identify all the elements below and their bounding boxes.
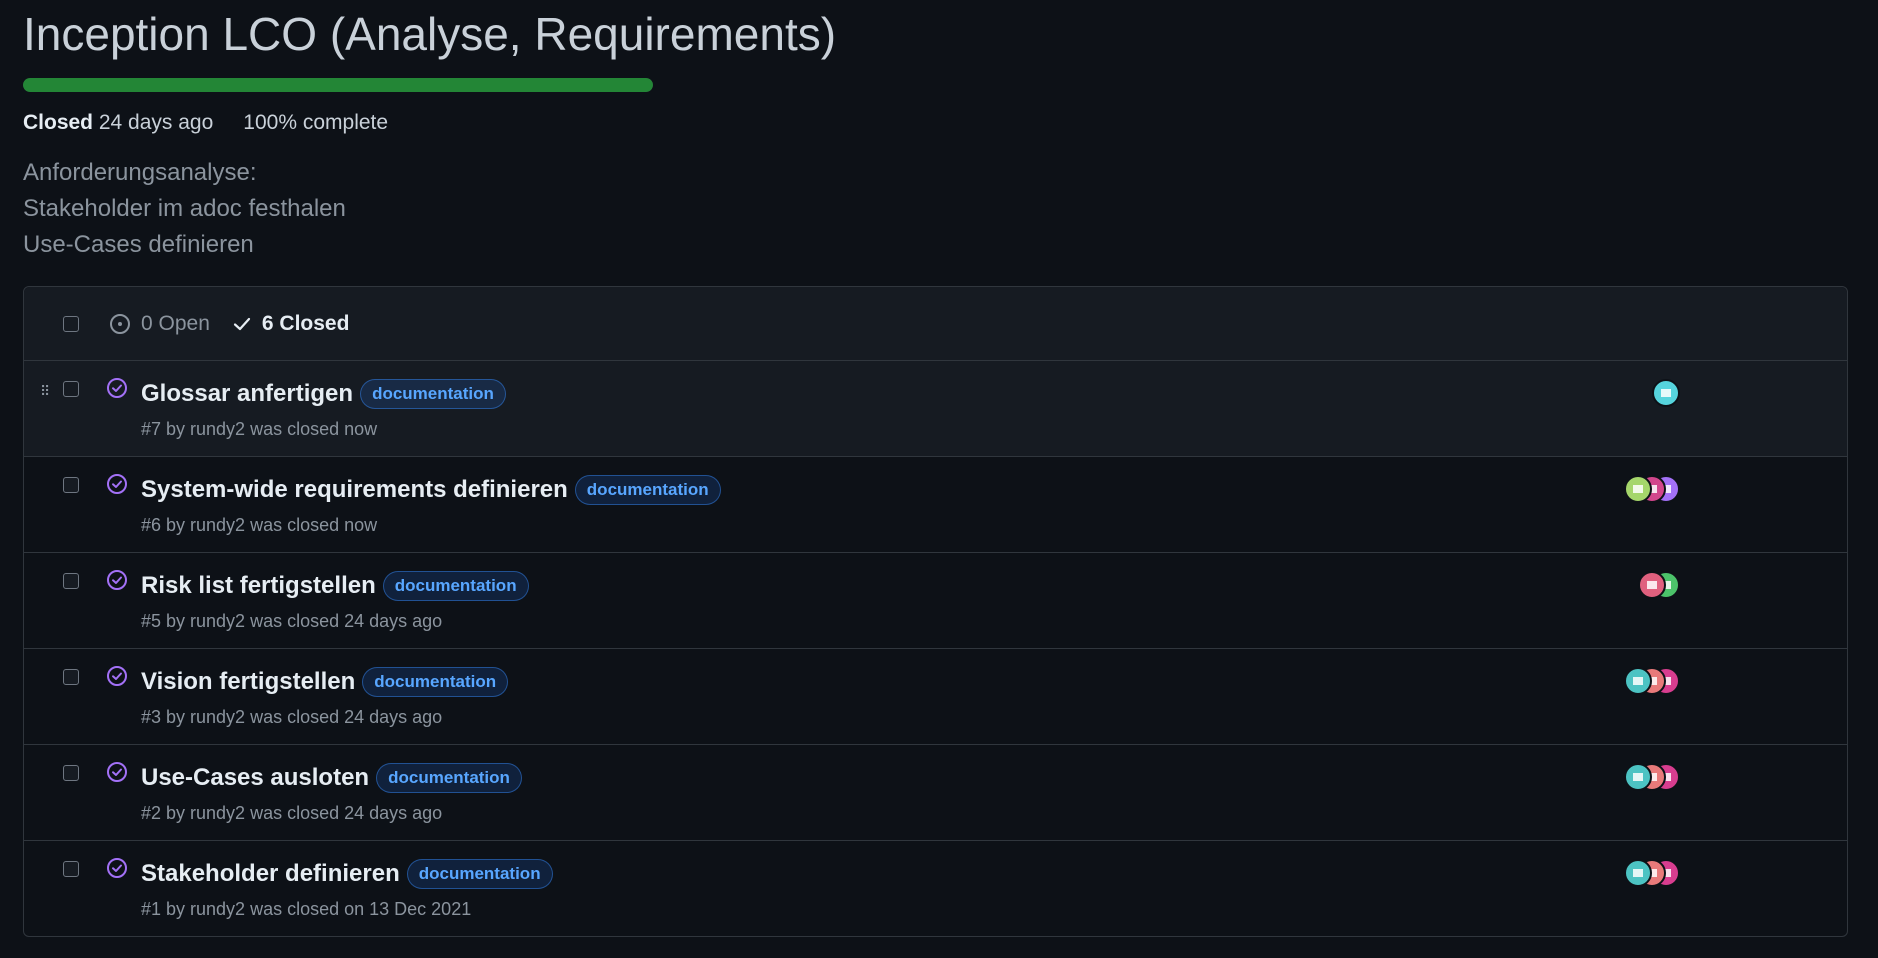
issue-list: ⠿ Glossar anfertigen documentation #7 by ru… — [24, 361, 1847, 936]
issue-row[interactable]: Use-Cases ausloten documentation #2 by run… — [24, 745, 1847, 841]
issue-closed-icon — [106, 569, 128, 596]
avatar[interactable] — [1624, 859, 1652, 887]
issue-checkbox[interactable] — [63, 669, 79, 685]
issue-closed-icon — [106, 473, 128, 500]
closed-info: Closed 24 days ago — [23, 111, 213, 135]
issues-box: 0 Open 6 Closed ⠿ Glossar anfertigen docum… — [23, 286, 1848, 937]
assignee-avatars[interactable] — [1624, 763, 1680, 791]
description-line: Stakeholder im adoc festhalen — [23, 195, 346, 222]
issue-checkbox[interactable] — [63, 477, 79, 493]
issue-title[interactable]: Stakeholder definieren — [141, 860, 400, 888]
milestone-description: Anforderungsanalyse: Stakeholder im adoc… — [23, 155, 1855, 263]
issue-title[interactable]: System-wide requirements definieren — [141, 476, 568, 504]
avatar[interactable] — [1624, 475, 1652, 503]
issue-closed-icon — [106, 665, 128, 692]
issue-title-line: Glossar anfertigen documentation — [141, 379, 506, 409]
issue-row[interactable]: System-wide requirements definieren docum… — [24, 457, 1847, 553]
description-line: Use-Cases definieren — [23, 231, 254, 258]
issue-checkbox[interactable] — [63, 573, 79, 589]
issue-title-line: Stakeholder definieren documentation — [141, 859, 553, 889]
issue-closed-icon — [106, 857, 128, 884]
assignee-avatars[interactable] — [1624, 475, 1680, 503]
issue-meta: #1 by rundy2 was closed on 13 Dec 2021 — [141, 899, 472, 919]
label-badge[interactable]: documentation — [406, 859, 553, 889]
label-badge[interactable]: documentation — [360, 379, 506, 409]
issue-open-icon — [110, 313, 130, 334]
avatar[interactable] — [1624, 763, 1652, 791]
issue-meta: #7 by rundy2 was closed now — [141, 419, 378, 439]
avatar[interactable] — [1652, 379, 1680, 407]
description-line: Anforderungsanalyse: — [23, 159, 257, 186]
tab-closed[interactable]: 6 Closed — [232, 311, 350, 336]
issue-checkbox[interactable] — [63, 381, 79, 397]
issue-title[interactable]: Glossar anfertigen — [141, 380, 353, 408]
tab-closed-label: 6 Closed — [261, 311, 350, 335]
issue-meta: #6 by rundy2 was closed now — [141, 515, 378, 535]
issue-meta: #3 by rundy2 was closed 24 days ago — [141, 707, 443, 727]
issue-row[interactable]: Vision fertigstellen documentation #3 by r… — [24, 649, 1847, 745]
check-icon — [233, 317, 250, 330]
issue-title[interactable]: Risk list fertigstellen — [141, 572, 376, 600]
label-badge[interactable]: documentation — [376, 763, 522, 793]
issue-title-line: Use-Cases ausloten documentation — [141, 763, 522, 793]
issue-row[interactable]: Stakeholder definieren documentation #1 by… — [24, 841, 1847, 936]
issue-title[interactable]: Use-Cases ausloten — [141, 764, 369, 792]
drag-handle-icon[interactable]: ⠿ — [40, 383, 50, 400]
assignee-avatars[interactable] — [1638, 571, 1680, 599]
milestone-meta: Closed 24 days ago 100% complete — [23, 111, 1855, 135]
avatar[interactable] — [1638, 571, 1666, 599]
issue-title-line: System-wide requirements definieren docum… — [141, 475, 721, 505]
issue-row[interactable]: ⠿ Glossar anfertigen documentation #7 by ru… — [24, 361, 1847, 457]
label-badge[interactable]: documentation — [382, 571, 529, 601]
status-text: Closed — [23, 111, 94, 134]
issue-meta: #2 by rundy2 was closed 24 days ago — [141, 803, 443, 823]
issue-title-line: Risk list fertigstellen documentation — [141, 571, 529, 601]
select-all-checkbox[interactable] — [63, 315, 79, 332]
assignee-avatars[interactable] — [1624, 667, 1680, 695]
issue-meta: #5 by rundy2 was closed 24 days ago — [141, 611, 443, 631]
issue-closed-icon — [106, 377, 128, 404]
milestone-title: Inception LCO (Analyse, Requirements) — [23, 8, 837, 60]
assignee-avatars[interactable] — [1652, 379, 1680, 407]
progress-bar — [23, 78, 653, 92]
label-badge[interactable]: documentation — [362, 667, 509, 697]
avatar[interactable] — [1624, 667, 1652, 695]
issue-row[interactable]: Risk list fertigstellen documentation #5 b… — [24, 553, 1847, 649]
closed-ago: 24 days ago — [98, 111, 214, 134]
tab-open-label: 0 Open — [141, 311, 210, 335]
label-badge[interactable]: documentation — [574, 475, 721, 505]
complete-text: 100% complete — [243, 111, 389, 134]
tab-open[interactable]: 0 Open — [109, 312, 210, 336]
issue-title-line: Vision fertigstellen documentation — [141, 667, 509, 697]
issue-title[interactable]: Vision fertigstellen — [141, 668, 355, 696]
progress-bar-fill — [23, 78, 653, 92]
issue-closed-icon — [106, 761, 128, 788]
issue-checkbox[interactable] — [63, 861, 79, 877]
issues-header: 0 Open 6 Closed — [24, 287, 1847, 361]
issue-checkbox[interactable] — [63, 765, 79, 781]
assignee-avatars[interactable] — [1624, 859, 1680, 887]
